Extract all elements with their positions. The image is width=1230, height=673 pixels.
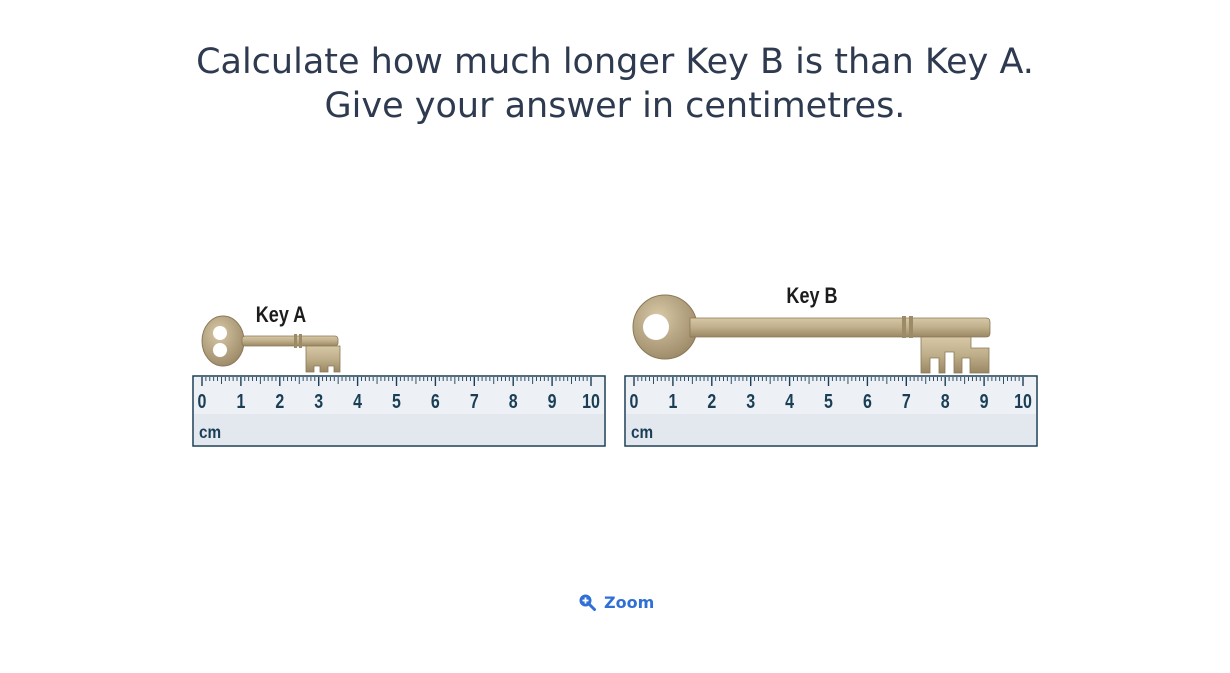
ruler-tick-label: 6 bbox=[431, 390, 440, 412]
zoom-label: Zoom bbox=[604, 592, 655, 612]
ruler-b: 0 1 2 3 4 5 6 7 8 9 10 cm bbox=[624, 375, 1038, 447]
ruler-tick-label: 3 bbox=[314, 390, 323, 412]
ruler-tick-label: 5 bbox=[824, 390, 833, 412]
ruler-tick-label: 4 bbox=[785, 390, 794, 412]
ruler-unit-label: cm bbox=[199, 422, 221, 442]
key-a-label: Key A bbox=[256, 303, 306, 327]
ruler-tick-label: 3 bbox=[746, 390, 755, 412]
ruler-tick-label: 9 bbox=[548, 390, 557, 412]
ruler-tick-label: 6 bbox=[863, 390, 872, 412]
zoom-button[interactable]: Zoom bbox=[578, 589, 654, 615]
ruler-tick-label: 1 bbox=[236, 390, 245, 412]
key-b-label: Key B bbox=[786, 284, 837, 308]
zoom-in-icon bbox=[578, 593, 596, 611]
ruler-tick-label: 10 bbox=[582, 390, 600, 412]
ruler-tick-label: 0 bbox=[630, 390, 639, 412]
ruler-tick-label: 2 bbox=[275, 390, 284, 412]
ruler-tick-label: 9 bbox=[980, 390, 989, 412]
ruler-tick-label: 1 bbox=[668, 390, 677, 412]
ruler-tick-label: 8 bbox=[941, 390, 950, 412]
ruler-tick-label: 2 bbox=[707, 390, 716, 412]
ruler-tick-label: 5 bbox=[392, 390, 401, 412]
ruler-tick-label: 7 bbox=[902, 390, 911, 412]
ruler-tick-label: 4 bbox=[353, 390, 362, 412]
ruler-tick-label: 0 bbox=[198, 390, 207, 412]
ruler-tick-label: 7 bbox=[470, 390, 479, 412]
ruler-tick-label: 10 bbox=[1014, 390, 1032, 412]
ruler-a: 0 1 2 3 4 5 6 7 8 9 10 cm bbox=[192, 375, 606, 447]
ruler-unit-label: cm bbox=[631, 422, 653, 442]
ruler-tick-label: 8 bbox=[509, 390, 518, 412]
keys-and-rulers-figure: Key A Key B 0 1 2 3 4 5 6 7 8 9 10 cm 0 1 2 3 4 5 6 7 8 9 10 c… bbox=[192, 284, 1038, 447]
